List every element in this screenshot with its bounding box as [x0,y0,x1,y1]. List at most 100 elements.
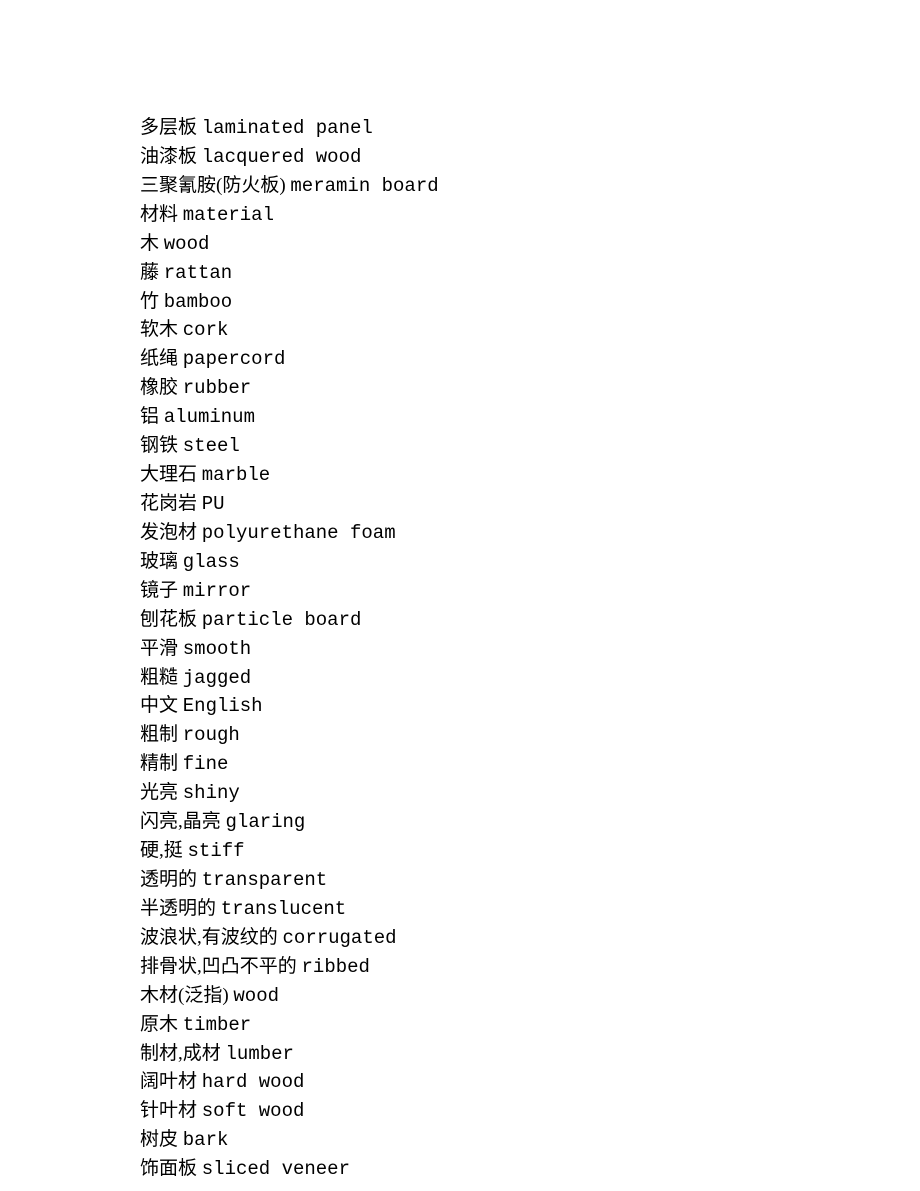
chinese-term: 木材(泛指) [140,985,229,1006]
list-item: 平滑 smooth [140,635,920,664]
chinese-term: 竹 [140,291,159,312]
english-term: hard wood [202,1071,305,1093]
english-term: particle board [202,609,362,631]
chinese-term: 木 [140,233,159,254]
list-item: 花岗岩 PU [140,490,920,519]
chinese-term: 透明的 [140,869,197,890]
chinese-term: 平滑 [140,638,178,659]
chinese-term: 油漆板 [140,146,197,167]
list-item: 刨花板 particle board [140,606,920,635]
list-item: 硬,挺 stiff [140,837,920,866]
chinese-term: 精制 [140,753,178,774]
english-term: material [183,204,274,226]
list-item: 大理石 marble [140,461,920,490]
english-term: wood [164,233,210,255]
chinese-term: 大理石 [140,464,197,485]
list-item: 光亮 shiny [140,779,920,808]
english-term: bamboo [164,291,232,313]
chinese-term: 藤 [140,262,159,283]
chinese-term: 材料 [140,204,178,225]
list-item: 粗制 rough [140,721,920,750]
english-term: rough [183,724,240,746]
list-item: 铝 aluminum [140,403,920,432]
chinese-term: 排骨状,凹凸不平的 [140,956,297,977]
chinese-term: 多层板 [140,117,197,138]
english-term: steel [183,435,240,457]
chinese-term: 粗制 [140,724,178,745]
chinese-term: 饰面板 [140,1158,197,1179]
list-item: 发泡材 polyurethane foam [140,519,920,548]
chinese-term: 发泡材 [140,522,197,543]
chinese-term: 刨花板 [140,609,197,630]
chinese-term: 半透明的 [140,898,216,919]
chinese-term: 花岗岩 [140,493,197,514]
chinese-term: 纸绳 [140,348,178,369]
english-term: lacquered wood [202,146,362,168]
list-item: 制材,成材 lumber [140,1040,920,1069]
english-term: meramin board [290,175,438,197]
list-item: 镜子 mirror [140,577,920,606]
chinese-term: 铝 [140,406,159,427]
list-item: 材料 material [140,201,920,230]
english-term: aluminum [164,406,255,428]
list-item: 排骨状,凹凸不平的 ribbed [140,953,920,982]
chinese-term: 中文 [140,695,178,716]
list-item: 玻璃 glass [140,548,920,577]
list-item: 阔叶材 hard wood [140,1068,920,1097]
chinese-term: 原木 [140,1014,178,1035]
list-item: 波浪状,有波纹的 corrugated [140,924,920,953]
list-item: 钢铁 steel [140,432,920,461]
english-term: smooth [183,638,251,660]
english-term: rattan [164,262,232,284]
english-term: corrugated [283,927,397,949]
list-item: 木材(泛指) wood [140,982,920,1011]
chinese-term: 玻璃 [140,551,178,572]
chinese-term: 软木 [140,319,178,340]
list-item: 精制 fine [140,750,920,779]
english-term: soft wood [202,1100,305,1122]
list-item: 纸绳 papercord [140,345,920,374]
english-term: laminated panel [202,117,373,139]
list-item: 藤 rattan [140,259,920,288]
list-item: 粗糙 jagged [140,664,920,693]
english-term: translucent [221,898,346,920]
list-item: 多层板 laminated panel [140,114,920,143]
list-item: 木 wood [140,230,920,259]
english-term: transparent [202,869,327,891]
chinese-term: 橡胶 [140,377,178,398]
english-term: marble [202,464,270,486]
list-item: 油漆板 lacquered wood [140,143,920,172]
chinese-term: 波浪状,有波纹的 [140,927,278,948]
list-item: 针叶材 soft wood [140,1097,920,1126]
list-item: 原木 timber [140,1011,920,1040]
list-item: 饰面板 sliced veneer [140,1155,920,1184]
chinese-term: 制材,成材 [140,1043,221,1064]
list-item: 透明的 transparent [140,866,920,895]
english-term: timber [183,1014,251,1036]
chinese-term: 三聚氰胺(防火板) [140,175,286,196]
list-item: 闪亮,晶亮 glaring [140,808,920,837]
english-term: cork [183,319,229,341]
english-term: jagged [183,667,251,689]
list-item: 中文 English [140,692,920,721]
english-term: PU [202,493,225,515]
chinese-term: 硬,挺 [140,840,183,861]
chinese-term: 闪亮,晶亮 [140,811,221,832]
english-term: English [183,695,263,717]
english-term: glass [183,551,240,573]
english-term: wood [233,985,279,1007]
chinese-term: 钢铁 [140,435,178,456]
english-term: stiff [188,840,245,862]
vocabulary-list: 多层板 laminated panel油漆板 lacquered wood三聚氰… [0,0,920,1184]
english-term: mirror [183,580,251,602]
english-term: fine [183,753,229,775]
list-item: 竹 bamboo [140,288,920,317]
english-term: polyurethane foam [202,522,396,544]
list-item: 软木 cork [140,316,920,345]
english-term: bark [183,1129,229,1151]
chinese-term: 镜子 [140,580,178,601]
chinese-term: 树皮 [140,1129,178,1150]
chinese-term: 针叶材 [140,1100,197,1121]
chinese-term: 光亮 [140,782,178,803]
english-term: sliced veneer [202,1158,350,1180]
